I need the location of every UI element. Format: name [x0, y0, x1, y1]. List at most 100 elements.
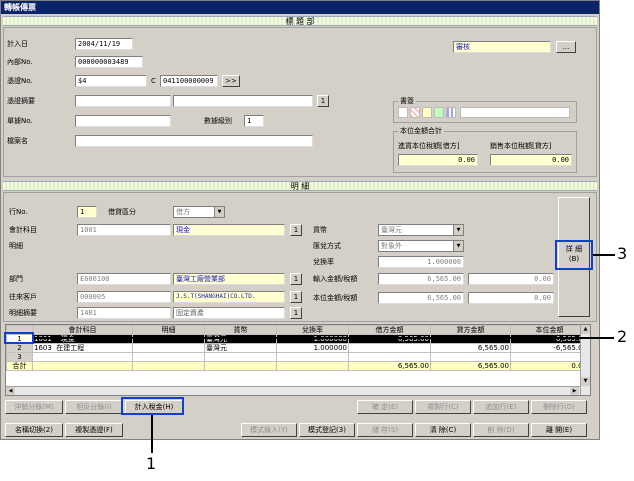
grid-header-memo[interactable]: 明細	[132, 325, 205, 335]
close-button[interactable]: 離 開(E)	[531, 423, 587, 437]
bookmark-green[interactable]	[434, 107, 444, 118]
account-lookup-button[interactable]: 1	[290, 224, 302, 236]
grid-vertical-scrollbar[interactable]: ▲ ▼	[580, 325, 590, 395]
account-name-field[interactable]: 現金	[173, 224, 285, 236]
bookmark-text[interactable]	[460, 107, 570, 118]
base-total-group: 本位金額合計 進貨本位稅額[借方] 銷售本位稅額[貸方] 0.00 0.00	[393, 126, 577, 173]
internal-no-field[interactable]: 000000003489	[75, 56, 143, 68]
table-row[interactable]: 3	[6, 352, 589, 362]
base-tax-field: 0.00	[468, 292, 554, 304]
file-label: 檔案名	[7, 137, 28, 145]
rate-field[interactable]: 1.000000	[378, 256, 464, 268]
internal-no-label: 內部No.	[7, 58, 33, 66]
grid-horizontal-scrollbar[interactable]: ◀ ▶	[6, 386, 580, 395]
mode-register-button[interactable]: 模式登記(3)	[299, 423, 355, 437]
detail-memo-name-field[interactable]: 固定資產	[173, 307, 285, 319]
input-amount-label: 輸入金額/稅額	[313, 275, 358, 283]
chevron-down-icon[interactable]: ▼	[453, 225, 463, 235]
bookmark-white[interactable]	[398, 107, 408, 118]
confirm-button[interactable]: 確 定(E)	[357, 400, 413, 414]
row-rate	[276, 352, 349, 362]
doc-no-field[interactable]	[75, 115, 171, 127]
rate-method-select[interactable]: 對象外 ▼	[378, 240, 464, 252]
chevron-down-icon[interactable]: ▼	[214, 207, 224, 217]
rename-toggle-button[interactable]: 名稱切換(2)	[5, 423, 63, 437]
summary-label: 憑證摘要	[7, 97, 35, 105]
dept-code-field[interactable]: E600100	[77, 273, 171, 285]
level-field[interactable]: 1	[244, 115, 264, 127]
grid-header-account[interactable]: 會計科目	[32, 325, 133, 335]
voucher-prefix-field[interactable]: $4	[75, 75, 147, 87]
dept-name-field[interactable]: 臺灣工廠營業部	[173, 273, 285, 285]
row-memo	[132, 343, 205, 353]
summary-field-1[interactable]	[75, 95, 171, 107]
voucher-next-button[interactable]: >>	[222, 75, 240, 87]
currency-select[interactable]: 臺灣元 ▼	[378, 224, 464, 236]
scroll-left-icon[interactable]: ◀	[6, 387, 15, 395]
scroll-up-icon[interactable]: ▲	[581, 325, 590, 334]
review-lookup-button[interactable]: ...	[556, 41, 576, 53]
row-account	[32, 352, 133, 362]
table-row[interactable]: 1 1001 現金 臺灣元 1.000000 6,565.00 6,565.00	[6, 334, 589, 344]
grid-header-currency[interactable]: 貨幣	[204, 325, 277, 335]
row-credit	[430, 334, 511, 344]
file-field[interactable]	[75, 135, 313, 147]
summary-field-2[interactable]	[173, 95, 313, 107]
customer-code-field[interactable]: 000005	[77, 291, 171, 303]
total-label: 合計	[6, 361, 33, 371]
level-label: 數據級別	[204, 117, 232, 125]
total-debit: 6,565.00	[348, 361, 431, 371]
date-field[interactable]: 2004/11/19	[75, 38, 133, 50]
voucher-c-label: C	[151, 77, 156, 85]
grid-header-debit[interactable]: 借方金額	[348, 325, 431, 335]
row-debit	[348, 343, 431, 353]
add-row-button[interactable]: 追加行(E)	[473, 400, 529, 414]
grid-header-base[interactable]: 本位金額	[510, 325, 589, 335]
table-row[interactable]: 2 1603 在建工程 臺灣元 1.000000 6,565.00 -6,565…	[6, 343, 589, 353]
customer-name-field[interactable]: J.S.T(SHANGHAI)CO.LTD.	[173, 291, 285, 303]
row-rate: 1.000000	[276, 334, 349, 344]
delete-row-button[interactable]: 刪除行(D)	[531, 400, 587, 414]
split-entry-button[interactable]: 沖銷分錄(M)	[5, 400, 63, 414]
customer-lookup-button[interactable]: 1	[290, 291, 302, 303]
mode-input-button[interactable]: 模式錄入(Y)	[241, 423, 297, 437]
input-amount-field[interactable]: 6,565.00	[378, 273, 464, 285]
header-section-band: 標 題 部	[3, 16, 597, 26]
copy-voucher-button[interactable]: 複製憑證(F)	[65, 423, 123, 437]
delete-button[interactable]: 削 除(D)	[473, 423, 529, 437]
bookmark-blue[interactable]	[446, 107, 456, 118]
credit-tax-label: 銷售本位稅額[貸方]	[490, 142, 552, 150]
chevron-down-icon[interactable]: ▼	[453, 241, 463, 251]
bookmark-group: 書簽	[393, 96, 577, 123]
account-code-field[interactable]: 1001	[77, 224, 171, 236]
dept-lookup-button[interactable]: 1	[290, 273, 302, 285]
grid-header-credit[interactable]: 貸方金額	[430, 325, 511, 335]
reverse-entry-button[interactable]: 相反分錄(I)	[65, 400, 123, 414]
summary-lookup-button[interactable]: 1	[317, 95, 329, 107]
clear-button[interactable]: 清 除(C)	[415, 423, 471, 437]
scroll-down-icon[interactable]: ▼	[581, 377, 590, 386]
copy-row-button[interactable]: 複製行(C)	[415, 400, 471, 414]
input-tax-field[interactable]: 0.00	[468, 273, 554, 285]
window-title: 轉帳傳票	[1, 1, 599, 14]
row-rate: 1.000000	[276, 343, 349, 353]
detail-memo-lookup-button[interactable]: 1	[290, 307, 302, 319]
annotation-box-2	[4, 332, 34, 344]
row-account: 1603 在建工程	[32, 343, 133, 353]
review-field[interactable]: 審核	[453, 41, 551, 53]
dc-select[interactable]: 借方 ▼	[173, 206, 225, 218]
detail-memo-code-field[interactable]: 1401	[77, 307, 171, 319]
entries-grid[interactable]: 會計科目 明細 貨幣 兌換率 借方金額 貸方金額 本位金額 1 1001 現金 …	[5, 324, 591, 396]
line-no-field[interactable]: 1	[77, 206, 97, 218]
bookmark-pink[interactable]	[410, 107, 420, 118]
annotation-box-1	[121, 397, 184, 415]
base-amount-field: 6,565.00	[378, 292, 464, 304]
voucher-code-field[interactable]: 041100000009	[160, 75, 218, 87]
scroll-right-icon[interactable]: ▶	[570, 387, 579, 395]
annotation-line-3	[593, 254, 615, 256]
grid-header-rate[interactable]: 兌換率	[276, 325, 349, 335]
bookmark-yellow[interactable]	[422, 107, 432, 118]
annotation-label-1: 1	[146, 454, 157, 473]
save-button[interactable]: 儲 存(S)	[357, 423, 413, 437]
rate-method-label: 匯兌方式	[313, 242, 341, 250]
